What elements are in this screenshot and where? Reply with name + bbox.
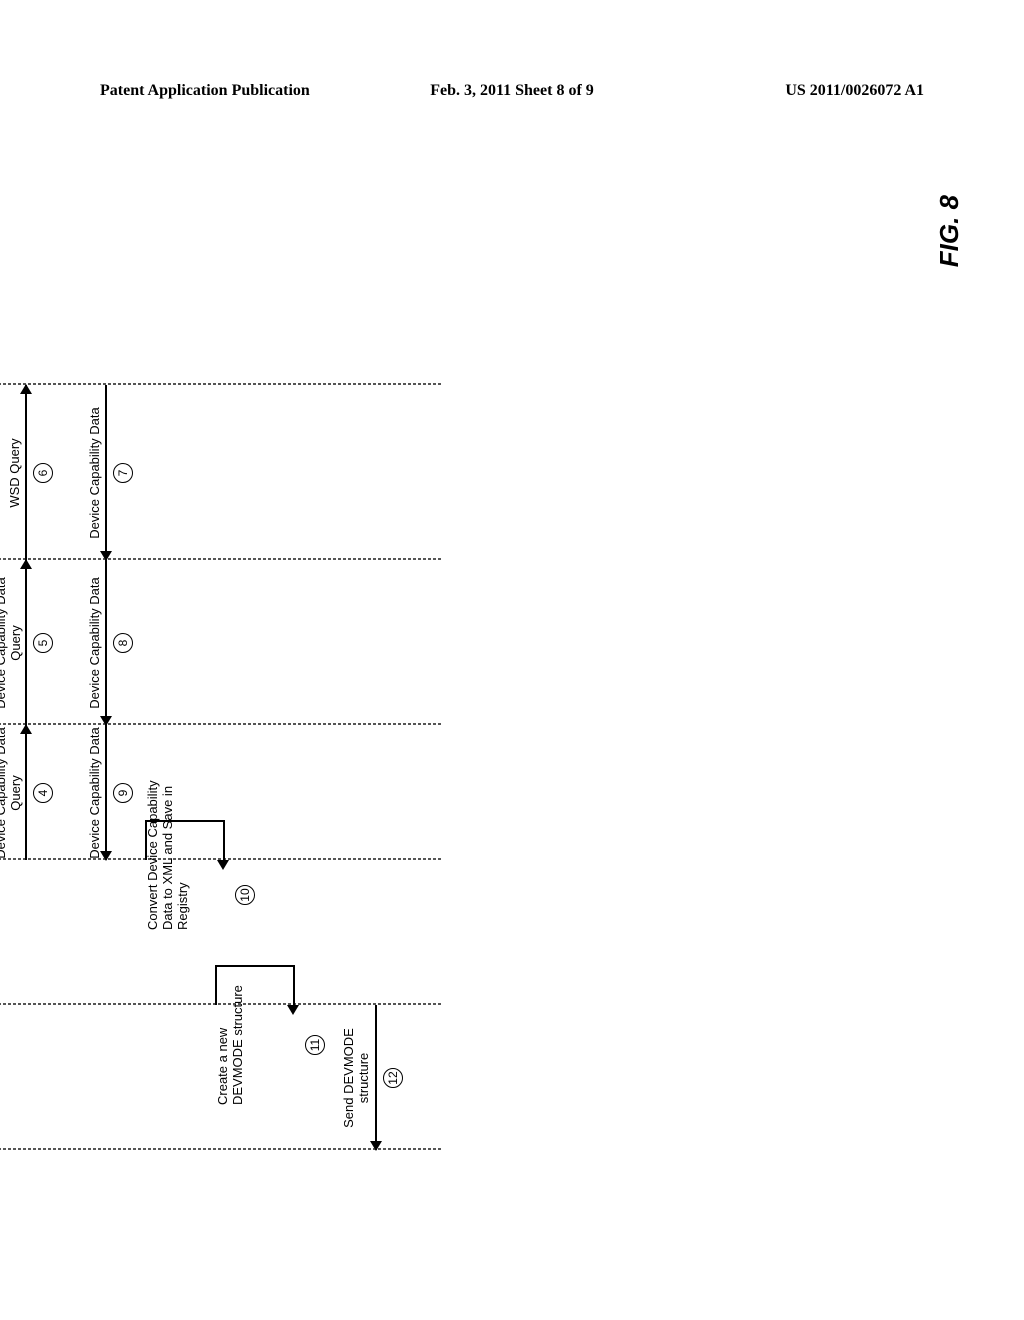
message-arrow <box>375 1005 377 1150</box>
message-label: Device Capability Data Query <box>0 723 23 863</box>
step-badge: 7 <box>113 463 133 483</box>
header-center: Feb. 3, 2011 Sheet 8 of 9 <box>430 82 594 100</box>
message-label: Convert Device Capability Data to XML an… <box>145 760 190 930</box>
step-badge: 4 <box>33 783 53 803</box>
message-label: WSD Query <box>7 438 22 507</box>
figure-8: FIG. 8 APPLICATION PROGRAM DEVMODE GENER… <box>0 345 975 1025</box>
message-label: Send DEVMODE structure <box>341 1008 371 1148</box>
message-arrow <box>105 560 107 725</box>
message-arrow <box>25 385 27 560</box>
step-badge: 5 <box>33 633 53 653</box>
lifeline <box>0 558 443 560</box>
message-arrow <box>25 725 27 860</box>
message-label: Device Capability Data <box>87 727 102 859</box>
lifeline <box>0 723 443 725</box>
sequence-diagram: APPLICATION PROGRAM DEVMODE GENERATION M… <box>0 165 465 1205</box>
header-right: US 2011/0026072 A1 <box>785 82 924 100</box>
arrowhead-icon <box>370 1141 382 1151</box>
message-label: Device Capability Data Query <box>0 563 23 723</box>
arrowhead-icon <box>287 1005 299 1015</box>
step-badge: 12 <box>383 1068 403 1088</box>
message-label: Device Capability Data <box>87 577 102 709</box>
figure-label: FIG. 8 <box>934 195 965 267</box>
message-label: Create a new DEVMODE structure <box>215 965 245 1105</box>
page-header: Patent Application Publication Feb. 3, 2… <box>100 82 924 100</box>
arrowhead-icon <box>217 860 229 870</box>
step-badge: 10 <box>235 885 255 905</box>
lifeline <box>0 383 443 385</box>
message-arrow <box>105 725 107 860</box>
message-label: Device Capability Data <box>87 407 102 539</box>
message-arrow <box>25 560 27 725</box>
step-badge: 6 <box>33 463 53 483</box>
step-badge: 8 <box>113 633 133 653</box>
step-badge: 9 <box>113 783 133 803</box>
message-arrow <box>105 385 107 560</box>
step-badge: 11 <box>305 1035 325 1055</box>
arrowhead-icon <box>20 384 32 394</box>
header-left: Patent Application Publication <box>100 82 310 100</box>
